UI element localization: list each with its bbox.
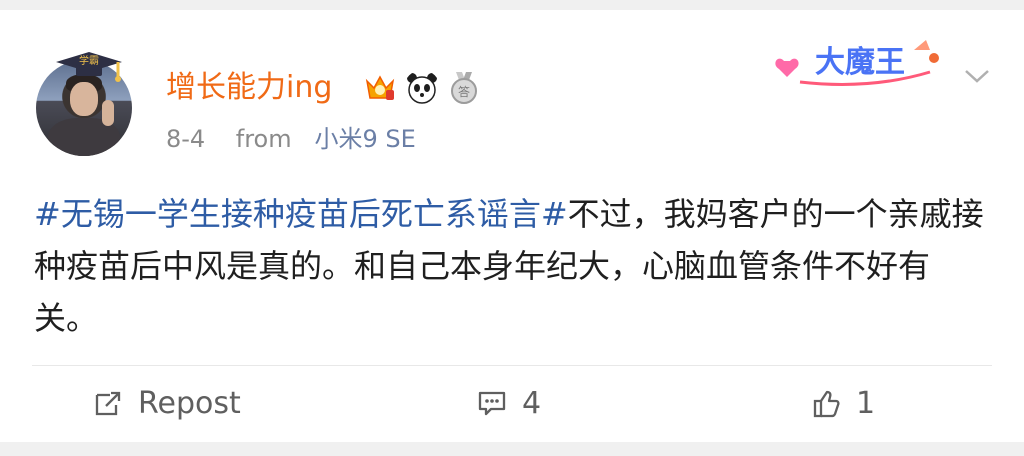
comment-icon bbox=[478, 391, 506, 416]
weibo-post-card: 学霸 增长能力ing 答 8-4 from 小米9 SE 大魔王 #无锡一学生接… bbox=[0, 10, 1024, 442]
title-badge-text: 大魔王 bbox=[815, 45, 905, 80]
repost-label: Repost bbox=[138, 386, 241, 421]
post-meta: 8-4 from 小米9 SE bbox=[166, 122, 416, 156]
post-date: 8-4 bbox=[166, 125, 206, 153]
comment-button[interactable]: 4 bbox=[476, 386, 541, 422]
crown-icon[interactable] bbox=[362, 70, 398, 106]
avatar-face bbox=[70, 82, 98, 116]
author-name[interactable]: 增长能力ing bbox=[166, 66, 332, 110]
repost-button[interactable]: Repost bbox=[92, 386, 241, 422]
chevron-down-icon[interactable] bbox=[962, 66, 992, 86]
repost-icon bbox=[95, 391, 121, 416]
like-button[interactable]: 1 bbox=[810, 386, 875, 422]
medal-text: 答 bbox=[458, 84, 470, 99]
cap-text: 学霸 bbox=[79, 54, 99, 67]
title-badge-icon[interactable]: 大魔王 bbox=[760, 32, 950, 94]
comment-count: 4 bbox=[522, 386, 542, 421]
like-count: 1 bbox=[856, 386, 876, 421]
graduation-cap-icon: 学霸 bbox=[56, 52, 122, 82]
thumbs-up-icon bbox=[813, 390, 840, 418]
hashtag-link[interactable]: #无锡一学生接种疫苗后死亡系谣言# bbox=[34, 195, 568, 233]
avatar-container[interactable]: 学霸 bbox=[30, 34, 148, 158]
author-badges: 答 bbox=[362, 70, 482, 106]
action-bar: Repost 4 1 bbox=[0, 368, 1024, 440]
divider bbox=[32, 365, 992, 366]
answer-medal-icon[interactable]: 答 bbox=[446, 70, 482, 106]
post-device[interactable]: 小米9 SE bbox=[315, 125, 416, 153]
panda-icon[interactable] bbox=[404, 70, 440, 106]
avatar-hand bbox=[102, 100, 114, 126]
from-label: from bbox=[235, 125, 292, 153]
post-content: #无锡一学生接种疫苗后死亡系谣言#不过，我妈客户的一个亲戚接种疫苗后中风是真的。… bbox=[34, 188, 984, 344]
